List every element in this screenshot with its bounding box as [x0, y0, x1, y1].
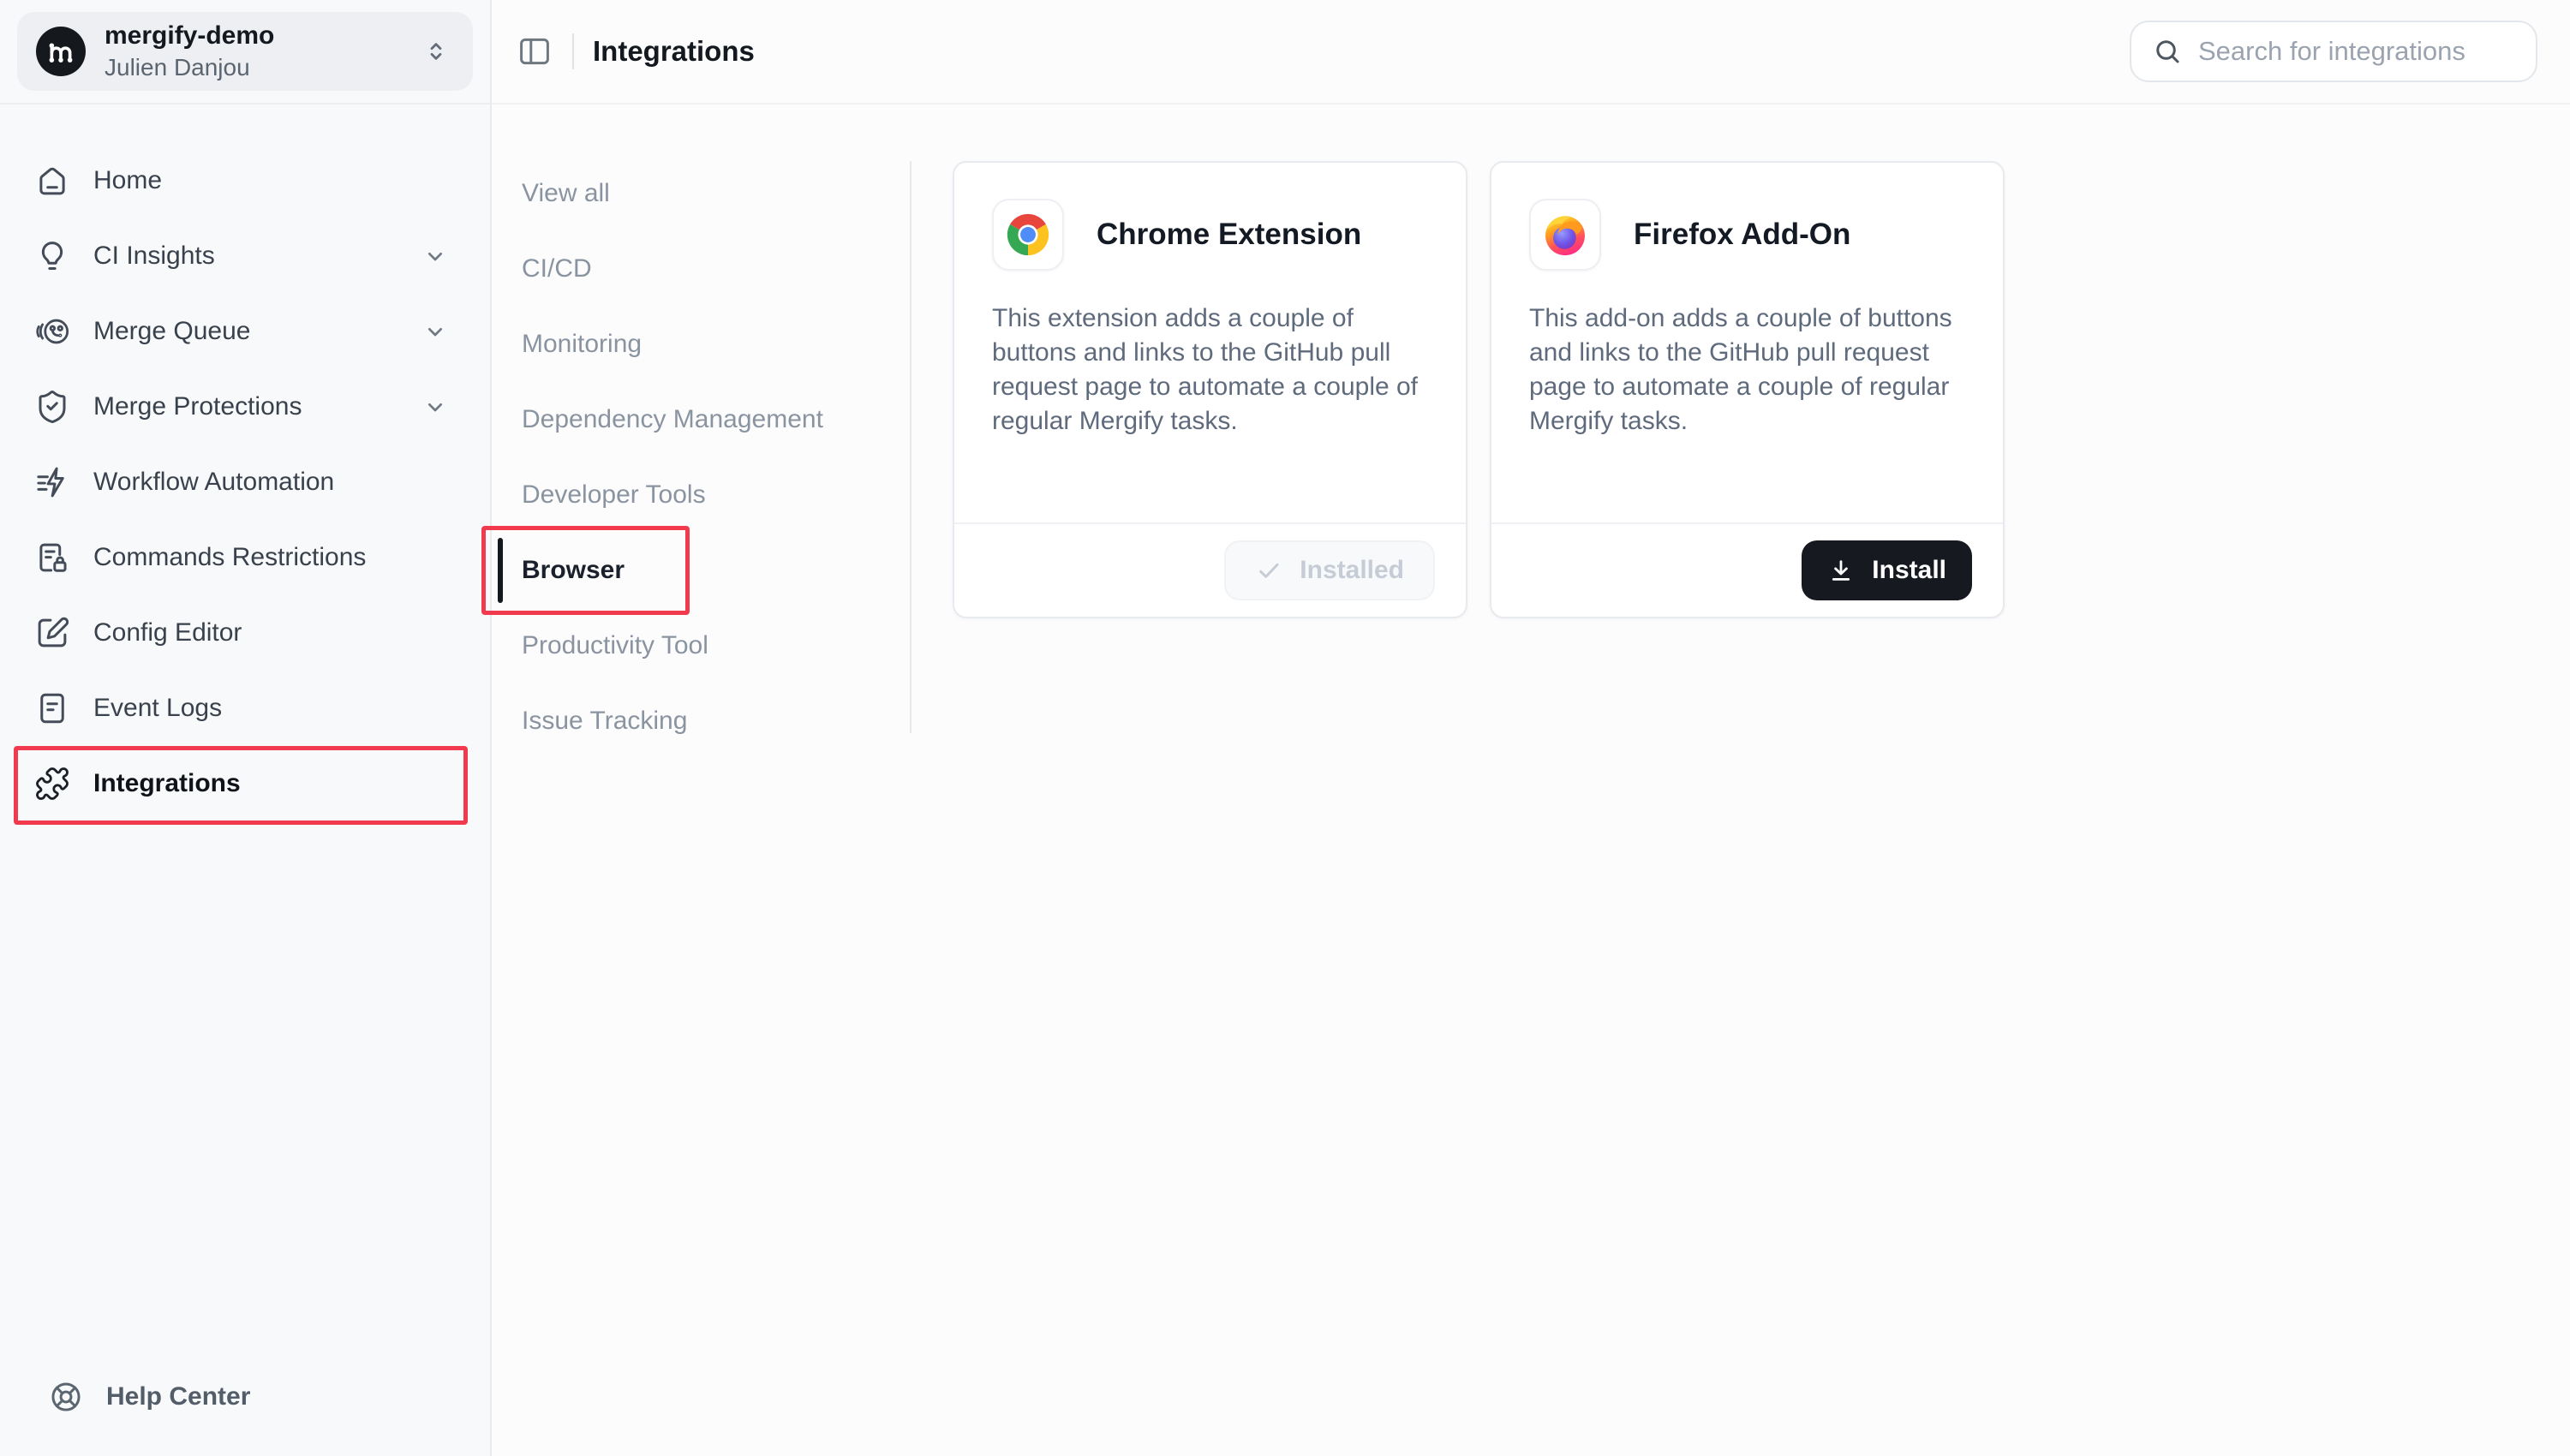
- category-issue-tracking[interactable]: Issue Tracking: [492, 683, 910, 759]
- lifebuoy-icon: [48, 1379, 84, 1415]
- sidebar-nav: Home CI Insights: [0, 104, 490, 821]
- install-button[interactable]: Install: [1802, 540, 1972, 600]
- sidebar-item-merge-queue[interactable]: Merge Queue: [0, 294, 490, 369]
- workspace-section: mergify-demo Julien Danjou: [0, 0, 490, 104]
- card-firefox-addon: Firefox Add-On This add-on adds a couple…: [1490, 161, 2005, 618]
- sidebar-item-label: Event Logs: [93, 694, 222, 723]
- merge-queue-icon: [34, 313, 70, 349]
- firefox-logo-icon: [1529, 199, 1601, 271]
- top-bar: Integrations: [492, 0, 2570, 104]
- sidebar-item-label: Merge Protections: [93, 392, 302, 421]
- home-icon: [34, 163, 70, 199]
- card-footer: Install: [1491, 522, 2003, 617]
- card-footer: Installed: [954, 522, 1466, 617]
- card-body: Chrome Extension This extension adds a c…: [954, 163, 1466, 522]
- category-productivity-tool[interactable]: Productivity Tool: [492, 608, 910, 683]
- help-center-label: Help Center: [106, 1382, 250, 1411]
- category-ci-cd[interactable]: CI/CD: [492, 231, 910, 307]
- category-list: View all CI/CD Monitoring Dependency Man…: [492, 104, 910, 759]
- edit-square-icon: [34, 615, 70, 651]
- chevron-down-icon[interactable]: [421, 318, 449, 345]
- main-area: Integrations View all CI/CD Monitoring D…: [492, 0, 2570, 1456]
- document-lines-icon: [34, 690, 70, 726]
- sidebar-item-event-logs[interactable]: Event Logs: [0, 671, 490, 746]
- search-input[interactable]: [2198, 36, 2515, 67]
- shield-check-icon: [34, 389, 70, 425]
- sidebar-item-commands-restrictions[interactable]: Commands Restrictions: [0, 520, 490, 595]
- card-title: Firefox Add-On: [1634, 218, 1850, 252]
- download-icon: [1827, 557, 1855, 584]
- sidebar-item-label: Integrations: [93, 769, 241, 798]
- card-header: Firefox Add-On: [1529, 199, 1969, 271]
- help-center-link[interactable]: Help Center: [0, 1379, 490, 1456]
- mergify-logo-avatar: [36, 27, 86, 76]
- puzzle-icon: [34, 766, 70, 802]
- workspace-switcher[interactable]: mergify-demo Julien Danjou: [17, 12, 473, 91]
- card-description: This add-on adds a couple of buttons and…: [1529, 301, 1979, 439]
- integrations-content: View all CI/CD Monitoring Dependency Man…: [492, 104, 2570, 1456]
- sidebar-item-label: Home: [93, 166, 162, 195]
- chevron-down-icon[interactable]: [421, 393, 449, 421]
- category-view-all[interactable]: View all: [492, 156, 910, 231]
- integration-cards: Chrome Extension This extension adds a c…: [953, 161, 2005, 618]
- panel-left-icon: [517, 33, 553, 69]
- header-divider: [572, 33, 574, 69]
- category-monitoring[interactable]: Monitoring: [492, 307, 910, 382]
- sidebar-item-label: Merge Queue: [93, 317, 250, 346]
- sidebar-item-home[interactable]: Home: [0, 143, 490, 218]
- installed-button-label: Installed: [1300, 556, 1404, 585]
- workspace-org-name: mergify-demo: [105, 21, 274, 51]
- sidebar-toggle-button[interactable]: [514, 31, 555, 72]
- sidebar: mergify-demo Julien Danjou Home: [0, 0, 492, 1456]
- sidebar-item-label: Config Editor: [93, 618, 242, 647]
- sidebar-item-merge-protections[interactable]: Merge Protections: [0, 369, 490, 445]
- category-dependency-management[interactable]: Dependency Management: [492, 382, 910, 457]
- chrome-logo-icon: [992, 199, 1064, 271]
- sidebar-item-integrations[interactable]: Integrations: [0, 746, 490, 821]
- workspace-labels: mergify-demo Julien Danjou: [105, 21, 274, 82]
- category-browser[interactable]: Browser: [492, 533, 910, 608]
- card-description: This extension adds a couple of buttons …: [992, 301, 1442, 439]
- search-icon: [2152, 36, 2183, 67]
- workflow-bolt-icon: [34, 464, 70, 500]
- chevrons-up-down-icon: [421, 37, 451, 66]
- page-title: Integrations: [593, 35, 755, 68]
- category-developer-tools[interactable]: Developer Tools: [492, 457, 910, 533]
- workspace-user-name: Julien Danjou: [105, 54, 274, 81]
- vertical-divider: [910, 161, 911, 733]
- card-title: Chrome Extension: [1097, 218, 1361, 252]
- sidebar-item-ci-insights[interactable]: CI Insights: [0, 218, 490, 294]
- sidebar-item-workflow-automation[interactable]: Workflow Automation: [0, 445, 490, 520]
- chevron-down-icon[interactable]: [421, 242, 449, 270]
- install-button-label: Install: [1872, 556, 1946, 585]
- lightbulb-icon: [34, 238, 70, 274]
- card-header: Chrome Extension: [992, 199, 1431, 271]
- card-body: Firefox Add-On This add-on adds a couple…: [1491, 163, 2003, 522]
- check-icon: [1255, 557, 1282, 584]
- document-lock-icon: [34, 540, 70, 576]
- card-chrome-extension: Chrome Extension This extension adds a c…: [953, 161, 1467, 618]
- sidebar-item-label: CI Insights: [93, 242, 215, 271]
- sidebar-item-label: Workflow Automation: [93, 468, 334, 497]
- search-box[interactable]: [2130, 21, 2537, 82]
- installed-button[interactable]: Installed: [1224, 540, 1435, 600]
- sidebar-item-config-editor[interactable]: Config Editor: [0, 595, 490, 671]
- sidebar-item-label: Commands Restrictions: [93, 543, 366, 572]
